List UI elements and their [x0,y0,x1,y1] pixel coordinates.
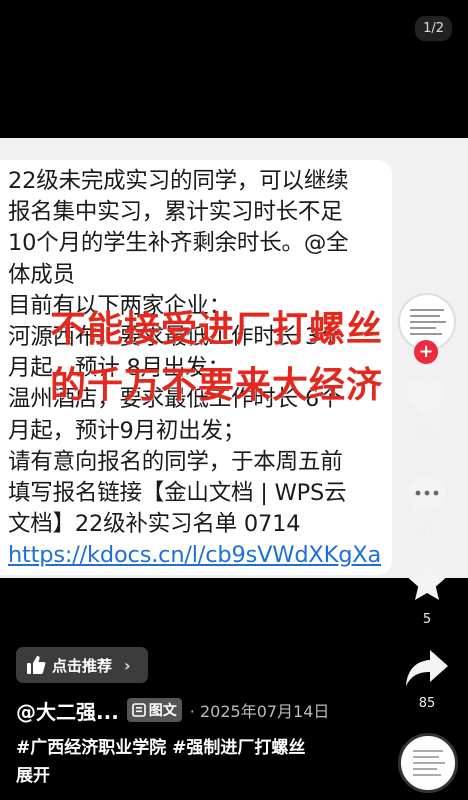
author-username[interactable]: @大二强... [16,696,119,725]
badge-label: 图文 [148,703,177,719]
recommend-chip[interactable]: 点击推荐 › [16,647,148,683]
document-link[interactable]: https://kdocs.cn/l/cb9sVWdXKgXa [8,540,390,571]
thumbs-up-icon [27,656,46,674]
hashtags[interactable]: #广西经济职业学院 #强制进厂打螺丝 [16,733,305,758]
favorite-button[interactable]: 5 [399,562,455,627]
expand-button[interactable]: 展开 [16,761,50,786]
overlay-caption-line-2: 的千万不要来大经济 [50,365,384,406]
comment-icon [408,477,446,513]
message-line: 文档】22级补实习名单 0714 [8,511,301,538]
recommend-label: 点击推荐 [52,656,113,675]
star-icon [408,564,446,600]
favorite-count: 5 [422,612,432,627]
like-button[interactable]: 45 [399,378,455,441]
message-line: 报名集中实习，累计实习时长不足 [8,199,343,226]
comment-count: 31 [418,523,436,538]
post-type-badge: 图文 [126,698,182,722]
page-indicator: 1/2 [415,16,452,41]
post-meta: @大二强... 图文 · 2025年07月14日 [16,696,329,724]
message-line: 填写报名链接【金山文档 | WPS云 [8,480,347,507]
message-line: 10个月的学生补齐剩余时长。@全 [8,230,349,257]
message-line: 体成员 [8,261,75,288]
post-date: · 2025年07月14日 [189,702,330,721]
chevron-right-icon: › [124,655,131,675]
message-line: 月起，预计9月初出发； [8,417,246,444]
message-line: 22级未完成实习的同学，可以继续 [8,168,349,194]
image-text-icon [131,703,146,717]
share-button[interactable]: 85 [399,648,455,711]
music-disc[interactable] [398,733,458,793]
comment-button[interactable]: 31 [399,475,455,538]
overlay-caption-line-1: 不能接受进厂打螺丝 [50,309,384,350]
heart-icon [407,380,447,416]
message-line: 请有意向报名的同学，于本周五前 [8,448,343,475]
share-arrow-icon [406,650,448,686]
share-count: 85 [418,696,436,711]
follow-plus-icon[interactable]: + [414,340,438,364]
like-count: 45 [418,426,436,441]
